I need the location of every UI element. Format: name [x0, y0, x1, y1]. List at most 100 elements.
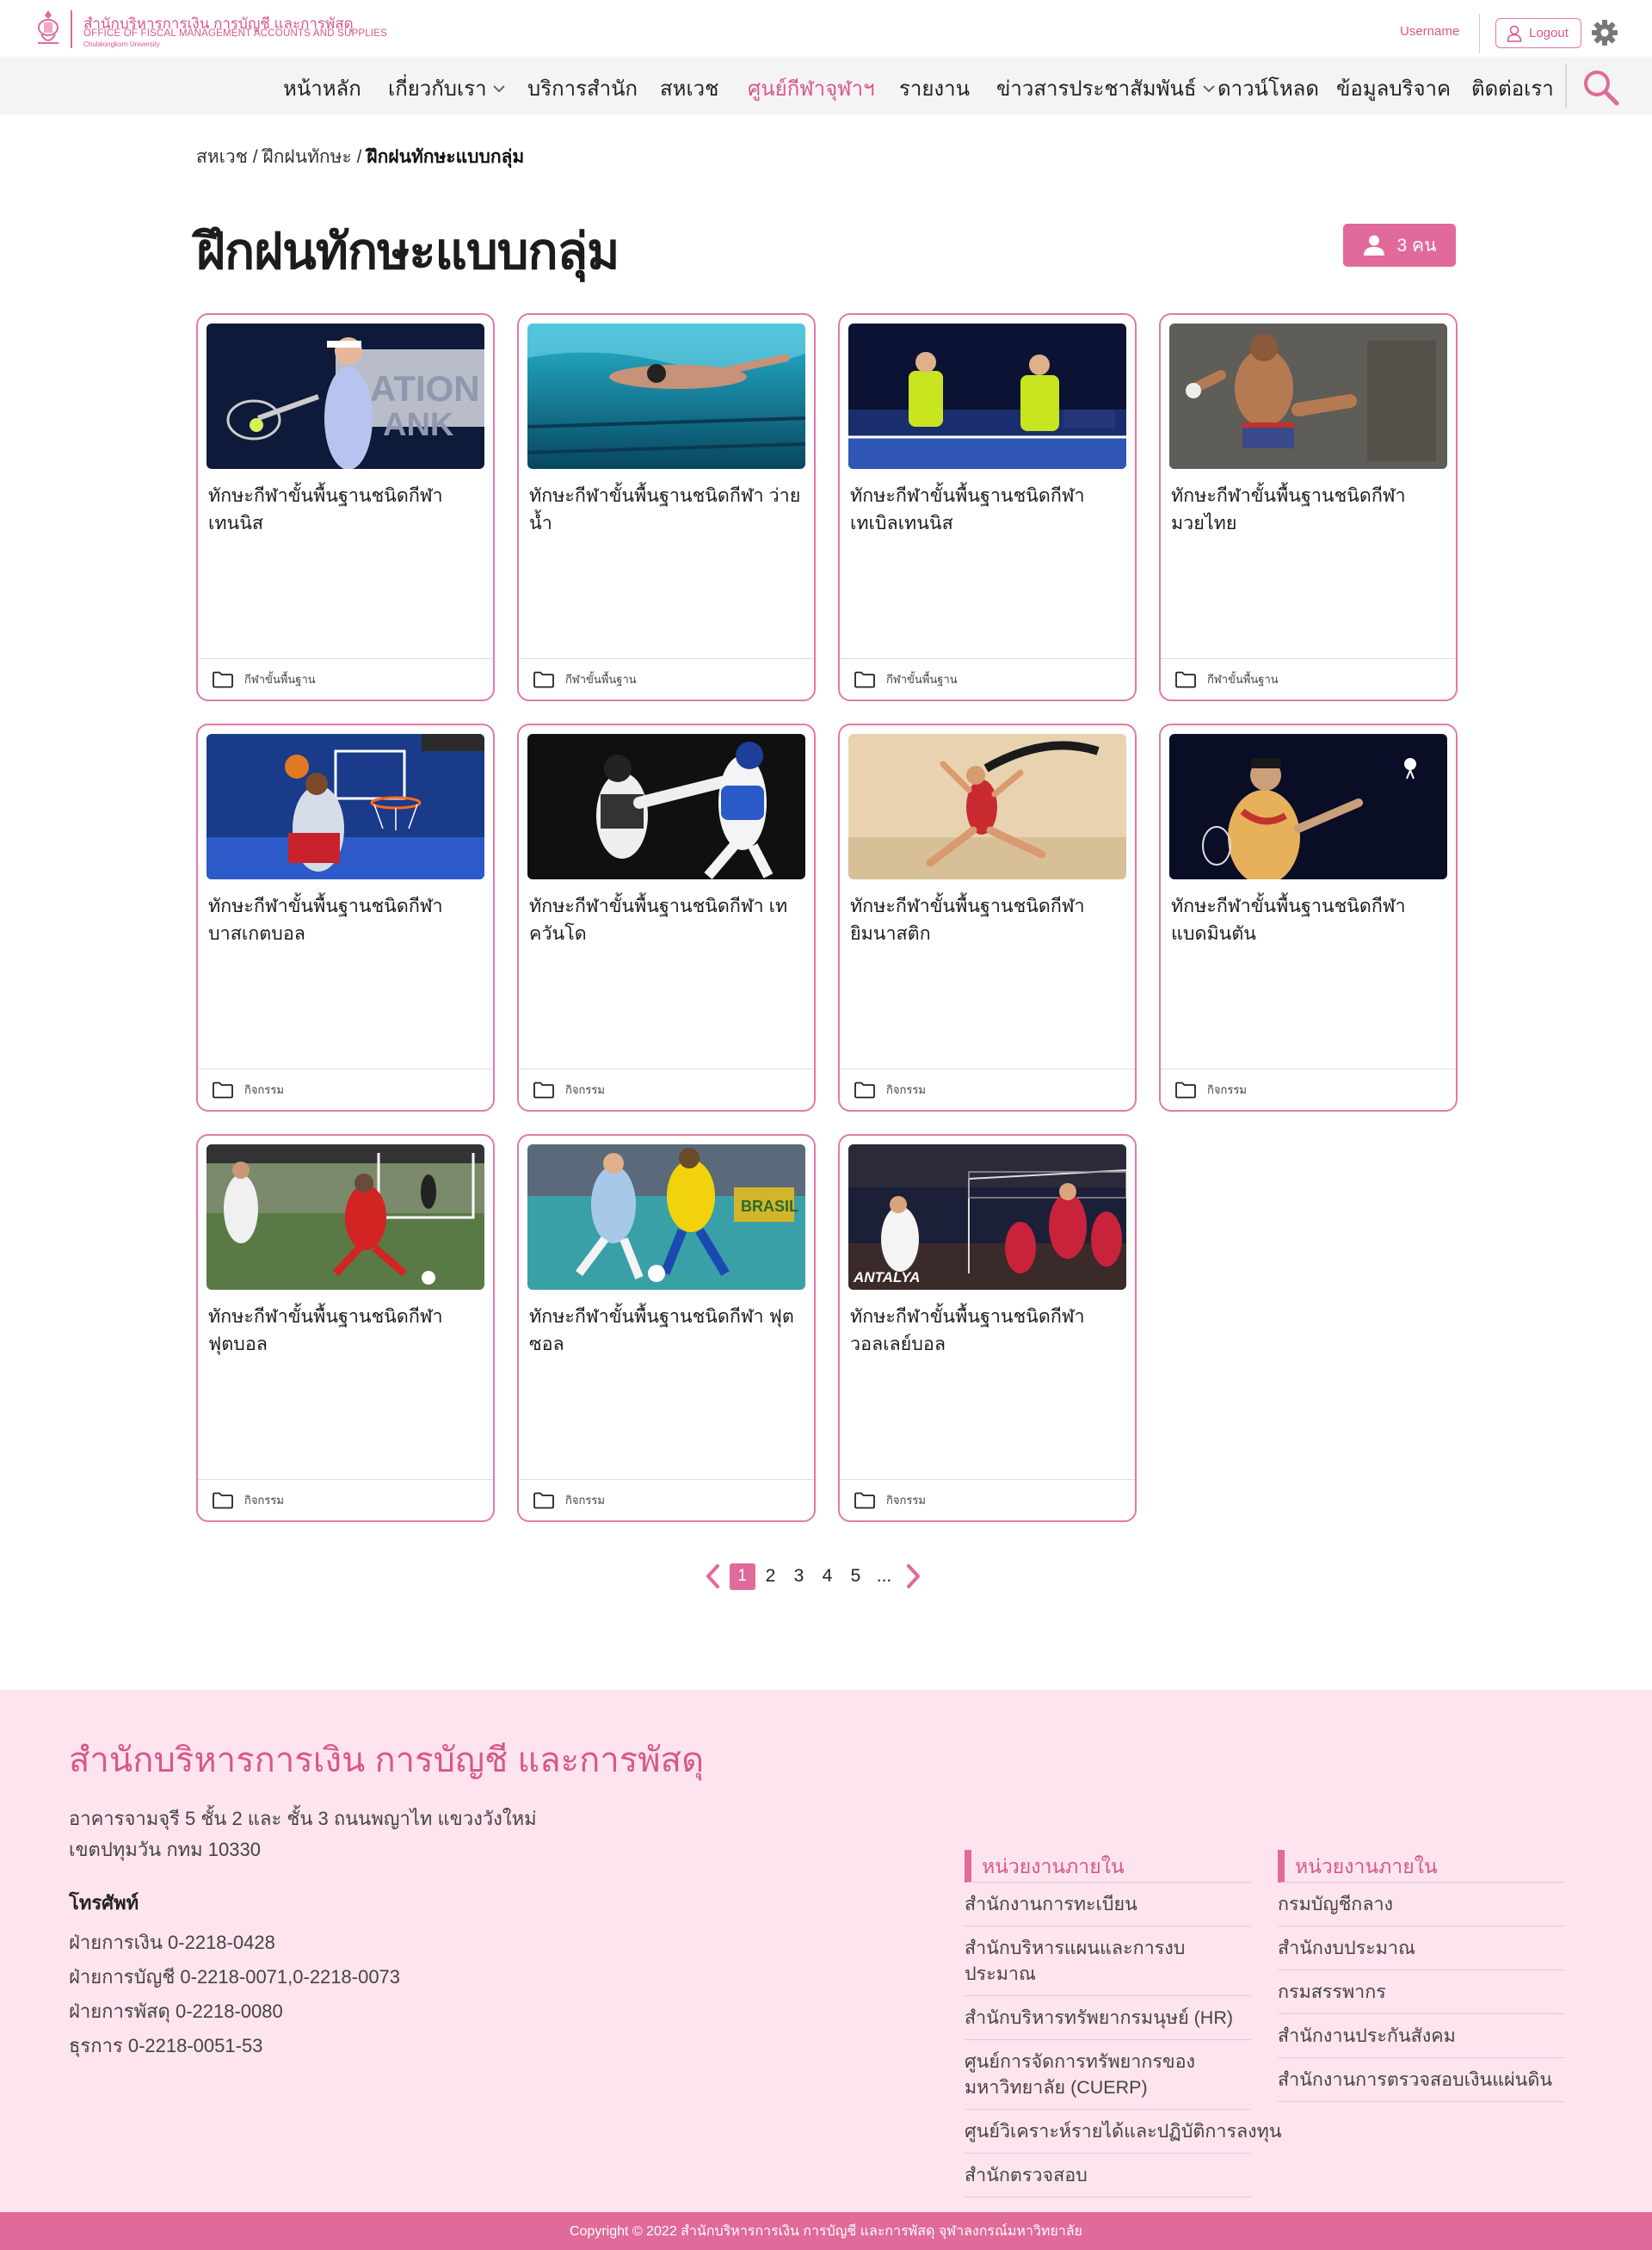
card-footer: กิจกรรม — [840, 1479, 1135, 1520]
card-title[interactable]: ทักษะกีฬาขั้นพื้นฐานชนิดกีฬา เทควันโด — [529, 892, 809, 947]
page-1-button[interactable]: 1 — [728, 1563, 756, 1590]
card-title[interactable]: ทักษะกีฬาขั้นพื้นฐานชนิดกีฬา มวยไทย — [1171, 482, 1451, 537]
card-title[interactable]: ทักษะกีฬาขั้นพื้นฐานชนิดกีฬา ยิมนาสติก — [850, 892, 1130, 947]
card-title[interactable]: ทักษะกีฬาขั้นพื้นฐานชนิดกีฬา แบดมินตัน — [1171, 892, 1451, 947]
card-category[interactable]: กิจกรรม — [244, 1081, 284, 1099]
badminton-photo[interactable] — [1169, 734, 1447, 879]
volleyball-photo[interactable]: ANTALYA — [848, 1144, 1126, 1290]
nav-item-services[interactable]: บริการสำนัก — [527, 71, 638, 105]
swimmer-photo[interactable] — [527, 324, 805, 469]
activity-card[interactable]: ทักษะกีฬาขั้นพื้นฐานชนิดกีฬา เทควันโดกิจ… — [517, 724, 816, 1112]
table-tennis-photo[interactable] — [848, 324, 1126, 469]
address-line: เขตปทุมวัน กทม 10330 — [69, 1839, 261, 1860]
card-title[interactable]: ทักษะกีฬาขั้นพื้นฐานชนิดกีฬา วอลเลย์บอล — [850, 1303, 1130, 1358]
prev-page-button[interactable] — [697, 1561, 728, 1592]
card-category[interactable]: กีฬาขั้นพื้นฐาน — [565, 670, 637, 688]
futsal-photo[interactable]: BRASIL — [527, 1144, 805, 1290]
nav-item-allied-health[interactable]: สหเวช — [660, 71, 718, 105]
footer-title: สำนักบริหารการเงิน การบัญชี และการพัสดุ — [69, 1741, 705, 1779]
svg-text:ATION: ATION — [370, 368, 480, 409]
user-icon — [1363, 235, 1384, 256]
card-category[interactable]: กิจกรรม — [244, 1491, 284, 1509]
nav-item-downloads[interactable]: ดาวน์โหลด — [1217, 71, 1319, 105]
gymnastics-photo[interactable] — [848, 734, 1126, 879]
activity-card[interactable]: BRASIL ทักษะกีฬาขั้นพื้นฐานชนิดกีฬา ฟุตซอ… — [517, 1134, 816, 1522]
activity-card[interactable]: ทักษะกีฬาขั้นพื้นฐานชนิดกีฬา ว่ายน้ำกีฬา… — [517, 313, 816, 701]
tennis-player-photo[interactable]: ATION ANK — [206, 324, 484, 469]
nav-item-donations[interactable]: ข้อมูลบริจาค — [1336, 71, 1451, 105]
card-category[interactable]: กีฬาขั้นพื้นฐาน — [1207, 670, 1279, 688]
footer-link[interactable]: สำนักงานประกันสังคม — [1278, 2014, 1564, 2058]
card-title[interactable]: ทักษะกีฬาขั้นพื้นฐานชนิดกีฬา เทเบิลเทนนิ… — [850, 482, 1130, 537]
folder-icon — [854, 671, 875, 687]
gear-icon[interactable] — [1591, 19, 1618, 46]
card-category[interactable]: กิจกรรม — [886, 1081, 926, 1099]
nav-item-home[interactable]: หน้าหลัก — [283, 71, 361, 105]
footer-link[interactable]: สำนักงานการทะเบียน — [965, 1883, 1251, 1926]
card-title[interactable]: ทักษะกีฬาขั้นพื้นฐานชนิดกีฬา เทนนิส — [208, 482, 488, 537]
football-photo[interactable] — [206, 1144, 484, 1290]
chevron-right-icon — [907, 1564, 920, 1588]
footer-link[interactable]: สำนักงบประมาณ — [1278, 1926, 1564, 1970]
breadcrumb-item[interactable]: ฝึกฝนทักษะ — [262, 147, 351, 167]
muay-thai-photo[interactable] — [1169, 324, 1447, 469]
footer-link[interactable]: กรมสรรพากร — [1278, 1970, 1564, 2014]
activity-card[interactable]: ATION ANK ทักษะกีฬาขั้นพื้นฐานชนิดกีฬา เทน… — [196, 313, 495, 701]
taekwondo-photo[interactable] — [527, 734, 805, 879]
card-category[interactable]: กิจกรรม — [565, 1081, 605, 1099]
footer-link[interactable]: สำนักงานการตรวจสอบเงินแผ่นดิน — [1278, 2058, 1564, 2102]
nav-item-reports[interactable]: รายงาน — [899, 71, 970, 105]
footer-link[interactable]: ศูนย์การจัดการทรัพยากรของมหาวิทยาลัย (CU… — [965, 2040, 1251, 2110]
card-category[interactable]: กิจกรรม — [1207, 1081, 1247, 1099]
activity-card[interactable]: ทักษะกีฬาขั้นพื้นฐานชนิดกีฬา แบดมินตันกิ… — [1159, 724, 1458, 1112]
page-3-button[interactable]: 3 — [785, 1563, 813, 1590]
card-title[interactable]: ทักษะกีฬาขั้นพื้นฐานชนิดกีฬา ฟุตบอล — [208, 1303, 488, 1358]
activity-card[interactable]: ทักษะกีฬาขั้นพื้นฐานชนิดกีฬา ฟุตบอลกิจกร… — [196, 1134, 495, 1522]
breadcrumb-item[interactable]: สหเวช — [196, 147, 248, 167]
next-page-button[interactable] — [898, 1561, 929, 1592]
nav-item-sports-center[interactable]: ศูนย์กีฬาจุฬาฯ — [748, 71, 875, 105]
card-footer: กิจกรรม — [840, 1069, 1135, 1110]
card-category[interactable]: กิจกรรม — [886, 1491, 926, 1509]
card-footer: กีฬาขั้นพื้นฐาน — [198, 658, 493, 700]
phone-item: ธุรการ 0-2218-0051-53 — [69, 2035, 263, 2056]
page-2-button[interactable]: 2 — [756, 1563, 785, 1590]
footer-link[interactable]: ศูนย์วิเคราะห์รายได้และปฏิบัติการลงทุน — [965, 2110, 1282, 2154]
folder-icon — [533, 1082, 554, 1098]
page-4-button[interactable]: 4 — [813, 1563, 841, 1590]
card-category[interactable]: กิจกรรม — [565, 1491, 605, 1509]
basketball-photo[interactable] — [206, 734, 484, 879]
page-5-button[interactable]: 5 — [841, 1563, 870, 1590]
university-logo[interactable] — [33, 9, 64, 48]
card-category[interactable]: กีฬาขั้นพื้นฐาน — [886, 670, 958, 688]
logout-button[interactable]: Logout — [1495, 18, 1581, 48]
username-link[interactable]: Username — [1400, 24, 1459, 39]
pagination-ellipsis: ... — [876, 1566, 892, 1586]
breadcrumb-current: ฝึกฝนทักษะแบบกลุ่ม — [367, 147, 525, 167]
activity-card[interactable]: ทักษะกีฬาขั้นพื้นฐานชนิดกีฬา เทเบิลเทนนิ… — [838, 313, 1137, 701]
card-title[interactable]: ทักษะกีฬาขั้นพื้นฐานชนิดกีฬา ว่ายน้ำ — [529, 482, 809, 537]
chevron-left-icon — [706, 1564, 719, 1588]
activity-card[interactable]: ANTALYA ทักษะกีฬาขั้นพื้นฐานชนิดกีฬา วอลเ… — [838, 1134, 1137, 1522]
svg-text:ANTALYA: ANTALYA — [853, 1269, 920, 1285]
footer-link[interactable]: สำนักตรวจสอบ — [965, 2154, 1251, 2198]
footer-link[interactable]: กรมบัญชีกลาง — [1278, 1883, 1564, 1926]
nav-item-contact[interactable]: ติดต่อเรา — [1471, 71, 1554, 105]
nav-item-news[interactable]: ข่าวสารประชาสัมพันธ์ — [996, 71, 1216, 105]
activity-card[interactable]: ทักษะกีฬาขั้นพื้นฐานชนิดกีฬา ยิมนาสติกกิ… — [838, 724, 1137, 1112]
card-category[interactable]: กีฬาขั้นพื้นฐาน — [244, 670, 316, 688]
phone-list: ฝ่ายการเงิน 0-2218-0428 ฝ่ายการบัญชี 0-2… — [69, 1926, 400, 2063]
search-icon[interactable] — [1581, 67, 1620, 107]
card-title[interactable]: ทักษะกีฬาขั้นพื้นฐานชนิดกีฬา ฟุตซอล — [529, 1303, 809, 1358]
nav-label: ติดต่อเรา — [1471, 77, 1554, 101]
card-title[interactable]: ทักษะกีฬาขั้นพื้นฐานชนิดกีฬา บาสเกตบอล — [208, 892, 488, 947]
footer-link[interactable]: สำนักบริหารทรัพยากรมนุษย์ (HR) — [965, 1996, 1251, 2040]
member-count-badge: 3 คน — [1343, 224, 1456, 267]
activity-card[interactable]: ทักษะกีฬาขั้นพื้นฐานชนิดกีฬา บาสเกตบอลกิ… — [196, 724, 495, 1112]
folder-icon — [213, 1492, 233, 1508]
activity-card[interactable]: ทักษะกีฬาขั้นพื้นฐานชนิดกีฬา มวยไทยกีฬาข… — [1159, 313, 1458, 701]
nav-item-about[interactable]: เกี่ยวกับเรา — [388, 71, 506, 105]
phone-item: ฝ่ายการเงิน 0-2218-0428 — [69, 1932, 275, 1953]
nav-label: ข่าวสารประชาสัมพันธ์ — [996, 77, 1197, 101]
footer-link[interactable]: สำนักบริหารแผนและการงบประมาณ — [965, 1926, 1251, 1996]
